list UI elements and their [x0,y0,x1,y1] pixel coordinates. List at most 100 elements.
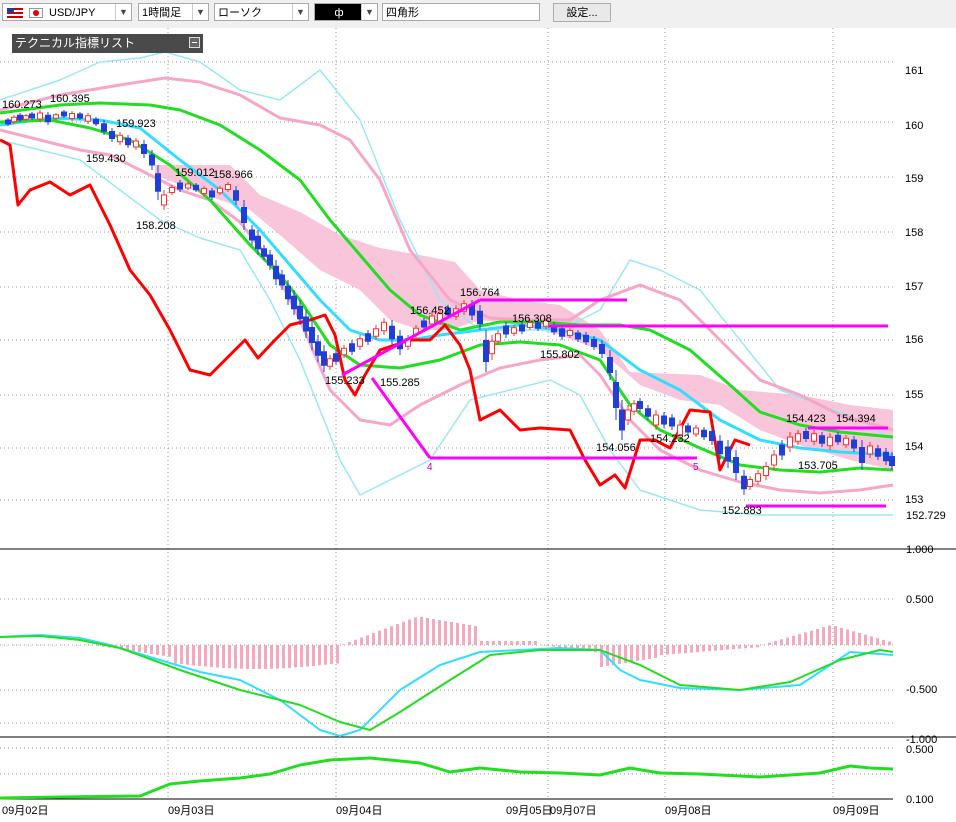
candle [483,330,489,372]
chevron-down-icon[interactable]: ▼ [115,4,131,20]
macd-tick: 0.500 [906,594,934,606]
settings-button[interactable]: 設定... [553,3,611,22]
candle [637,398,643,412]
timeframe-select[interactable]: 1時間足 ▼ [138,3,209,21]
macd-bar [408,619,411,645]
candle-body [747,479,753,487]
candle-body [709,431,715,441]
macd-bar [132,645,135,652]
macd-bar [246,645,249,669]
macd-bar [372,633,375,645]
chart-canvas[interactable]: 160.273 160.395 159.923 159.430 158.208 159.0… [0,28,956,822]
macd-bar [90,645,93,646]
candle [755,470,761,485]
candle-body [17,114,23,121]
macd-bar [156,645,159,655]
candle [125,135,131,148]
candle-body [125,137,131,146]
candle [85,113,91,124]
candle-body [669,417,675,427]
chevron-down-icon[interactable]: ▼ [361,4,377,20]
macd-bar [258,645,261,669]
candle-body [851,439,857,449]
price-label: 156.764 [460,287,500,299]
candle-body [843,437,849,446]
candle-body [583,334,589,343]
candle-body [241,207,247,223]
candle-body [483,340,489,362]
symbol-select[interactable]: USD/JPY ▼ [2,3,132,21]
macd-bar [336,645,339,664]
candle-body [53,114,59,119]
chevron-down-icon[interactable]: ▼ [192,4,208,20]
price-tick: 161 [905,65,923,77]
macd-histogram [0,617,891,669]
candle [741,470,747,495]
macd-bar [630,645,633,662]
price-tick: 153 [905,494,923,506]
timeframe-label: 1時間足 [142,7,182,19]
macd-bar [0,645,3,646]
macd-bar [162,645,165,656]
minimize-icon[interactable] [189,37,200,48]
macd-bar [738,645,741,649]
macd-bar [150,645,153,654]
macd-bar [474,626,477,645]
candle-body [859,447,865,463]
candle-body [835,434,841,443]
macd-bar [522,641,525,645]
candle [249,225,255,245]
candle [733,450,739,480]
macd-bar [672,645,675,655]
macd-bar [42,645,45,646]
macd-bar [828,625,831,645]
macd-bar [390,626,393,645]
candle-body [233,190,239,201]
macd-bar [384,628,387,645]
drawing-tool-field[interactable]: 四角形 [382,3,540,21]
indicator-list-panel[interactable]: テクニカル指標リスト [12,34,203,53]
macd-bar [618,645,621,664]
macd-bar [648,645,651,659]
candle-body [155,173,161,192]
macd-bar [210,645,213,668]
macd-bar [18,645,21,646]
candle [161,190,167,210]
candle-body [29,113,35,119]
macd-bar [798,634,801,645]
candle-body [373,328,379,337]
macd-bar [264,645,267,669]
macd-bar [546,645,549,646]
macd-bar [690,645,693,653]
candle-body [69,113,75,119]
macd-bar [6,645,9,646]
price-label: 155.285 [380,377,420,389]
macd-bar [276,645,279,669]
macd-bar [168,645,171,657]
candle-body [883,451,889,462]
candle-body [763,466,769,476]
chevron-down-icon[interactable]: ▼ [292,4,308,20]
macd-bar [342,644,345,645]
drawing-color-select[interactable]: ф ▼ [314,3,378,21]
macd-bar [678,645,681,654]
candle-body [661,415,667,425]
price-label: 159.923 [116,118,156,130]
macd-bar [852,631,855,645]
candle-body [327,358,333,367]
candle [625,405,631,425]
candle-body [109,131,115,139]
candle-body [819,435,825,444]
macd-bar [444,621,447,645]
candle-body [141,144,147,154]
candle-body [45,114,51,123]
time-label: 09月08日 [665,805,711,817]
chart-type-select[interactable]: ローソク ▼ [214,3,309,21]
candle-body [495,333,501,342]
candle-body [117,134,123,143]
macd-bar [756,645,759,648]
macd-bar [318,645,321,666]
candle-body [477,310,483,325]
macd-bar [450,622,453,645]
candle-body [787,436,793,448]
